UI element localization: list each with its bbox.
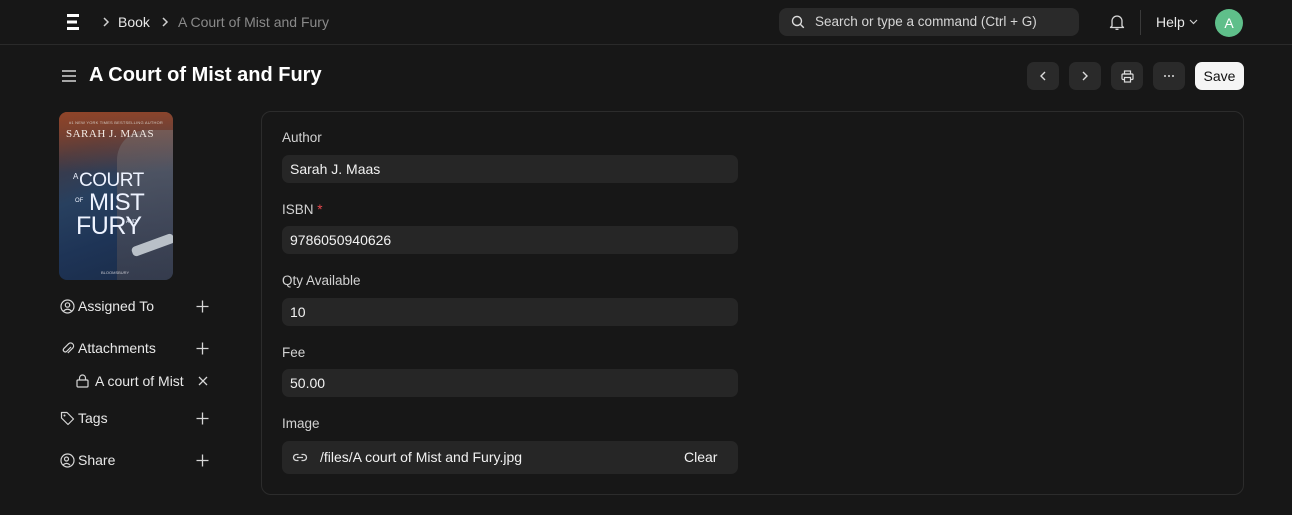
clear-image-button[interactable]: Clear xyxy=(684,449,717,465)
save-button[interactable]: Save xyxy=(1195,62,1244,90)
cover-publisher: BLOOMSBURY xyxy=(101,270,130,275)
page-title: A Court of Mist and Fury xyxy=(89,64,322,86)
share-label: Share xyxy=(78,452,116,468)
cover-title-and: AND xyxy=(126,219,137,225)
qty-available-field[interactable]: 10 xyxy=(282,298,738,326)
tags-label: Tags xyxy=(78,410,108,426)
add-share-icon[interactable] xyxy=(196,454,209,467)
navbar: Book A Court of Mist and Fury Search or … xyxy=(0,0,1292,45)
previous-button[interactable] xyxy=(1027,62,1059,90)
image-label: Image xyxy=(282,416,320,431)
fee-field[interactable]: 50.00 xyxy=(282,369,738,397)
add-attachment-icon[interactable] xyxy=(196,342,209,355)
cover-title-fury: FURY xyxy=(76,212,142,240)
search-icon xyxy=(791,15,805,29)
author-label: Author xyxy=(282,130,322,145)
cover-title-of: OF xyxy=(75,198,84,204)
cover-title-a: A xyxy=(73,172,79,181)
more-actions-button[interactable] xyxy=(1153,62,1185,90)
attachments-label: Attachments xyxy=(78,340,156,356)
lock-icon xyxy=(76,374,89,388)
tag-icon xyxy=(60,411,75,426)
breadcrumb-book[interactable]: Book xyxy=(118,14,150,30)
attachment-item[interactable]: A court of Mist xyxy=(95,373,184,389)
user-circle-icon xyxy=(60,299,75,314)
book-cover-image[interactable]: #1 NEW YORK TIMES BESTSELLING AUTHOR SAR… xyxy=(59,112,173,280)
qty-available-label: Qty Available xyxy=(282,273,361,288)
required-indicator: * xyxy=(317,202,323,217)
link-icon xyxy=(292,453,308,462)
image-path[interactable]: /files/A court of Mist and Fury.jpg xyxy=(320,449,522,465)
bell-icon[interactable] xyxy=(1109,13,1125,31)
app-logo-icon[interactable] xyxy=(66,13,80,31)
search-placeholder: Search or type a command (Ctrl + G) xyxy=(815,14,1037,29)
fee-label: Fee xyxy=(282,345,306,360)
isbn-label-text: ISBN xyxy=(282,202,314,217)
isbn-label: ISBN * xyxy=(282,202,323,217)
image-field[interactable]: /files/A court of Mist and Fury.jpg Clea… xyxy=(282,441,738,474)
isbn-field[interactable]: 9786050940626 xyxy=(282,226,738,254)
add-tag-icon[interactable] xyxy=(196,412,209,425)
add-assignee-icon[interactable] xyxy=(196,300,209,313)
search-bar[interactable]: Search or type a command (Ctrl + G) xyxy=(779,8,1079,36)
assigned-to-label: Assigned To xyxy=(78,298,155,314)
chevron-right-icon xyxy=(162,17,169,27)
avatar[interactable]: A xyxy=(1215,9,1243,37)
paperclip-icon xyxy=(62,342,75,354)
more-horizontal-icon xyxy=(1164,75,1174,77)
chevron-right-icon xyxy=(1082,71,1088,81)
printer-icon xyxy=(1121,70,1134,83)
chevron-right-icon xyxy=(103,17,110,27)
chevron-left-icon xyxy=(1040,71,1046,81)
next-button[interactable] xyxy=(1069,62,1101,90)
cover-tagline: #1 NEW YORK TIMES BESTSELLING AUTHOR xyxy=(69,120,163,125)
cover-author: SARAH J. MAAS xyxy=(66,128,155,140)
author-field[interactable]: Sarah J. Maas xyxy=(282,155,738,183)
navbar-divider xyxy=(1140,10,1141,35)
sidebar-toggle-icon[interactable] xyxy=(61,68,77,84)
share-user-icon xyxy=(60,453,75,468)
chevron-down-icon[interactable] xyxy=(1189,19,1198,25)
print-button[interactable] xyxy=(1111,62,1143,90)
breadcrumb-current[interactable]: A Court of Mist and Fury xyxy=(178,14,329,30)
remove-attachment-icon[interactable] xyxy=(198,376,208,386)
help-menu[interactable]: Help xyxy=(1156,14,1185,30)
